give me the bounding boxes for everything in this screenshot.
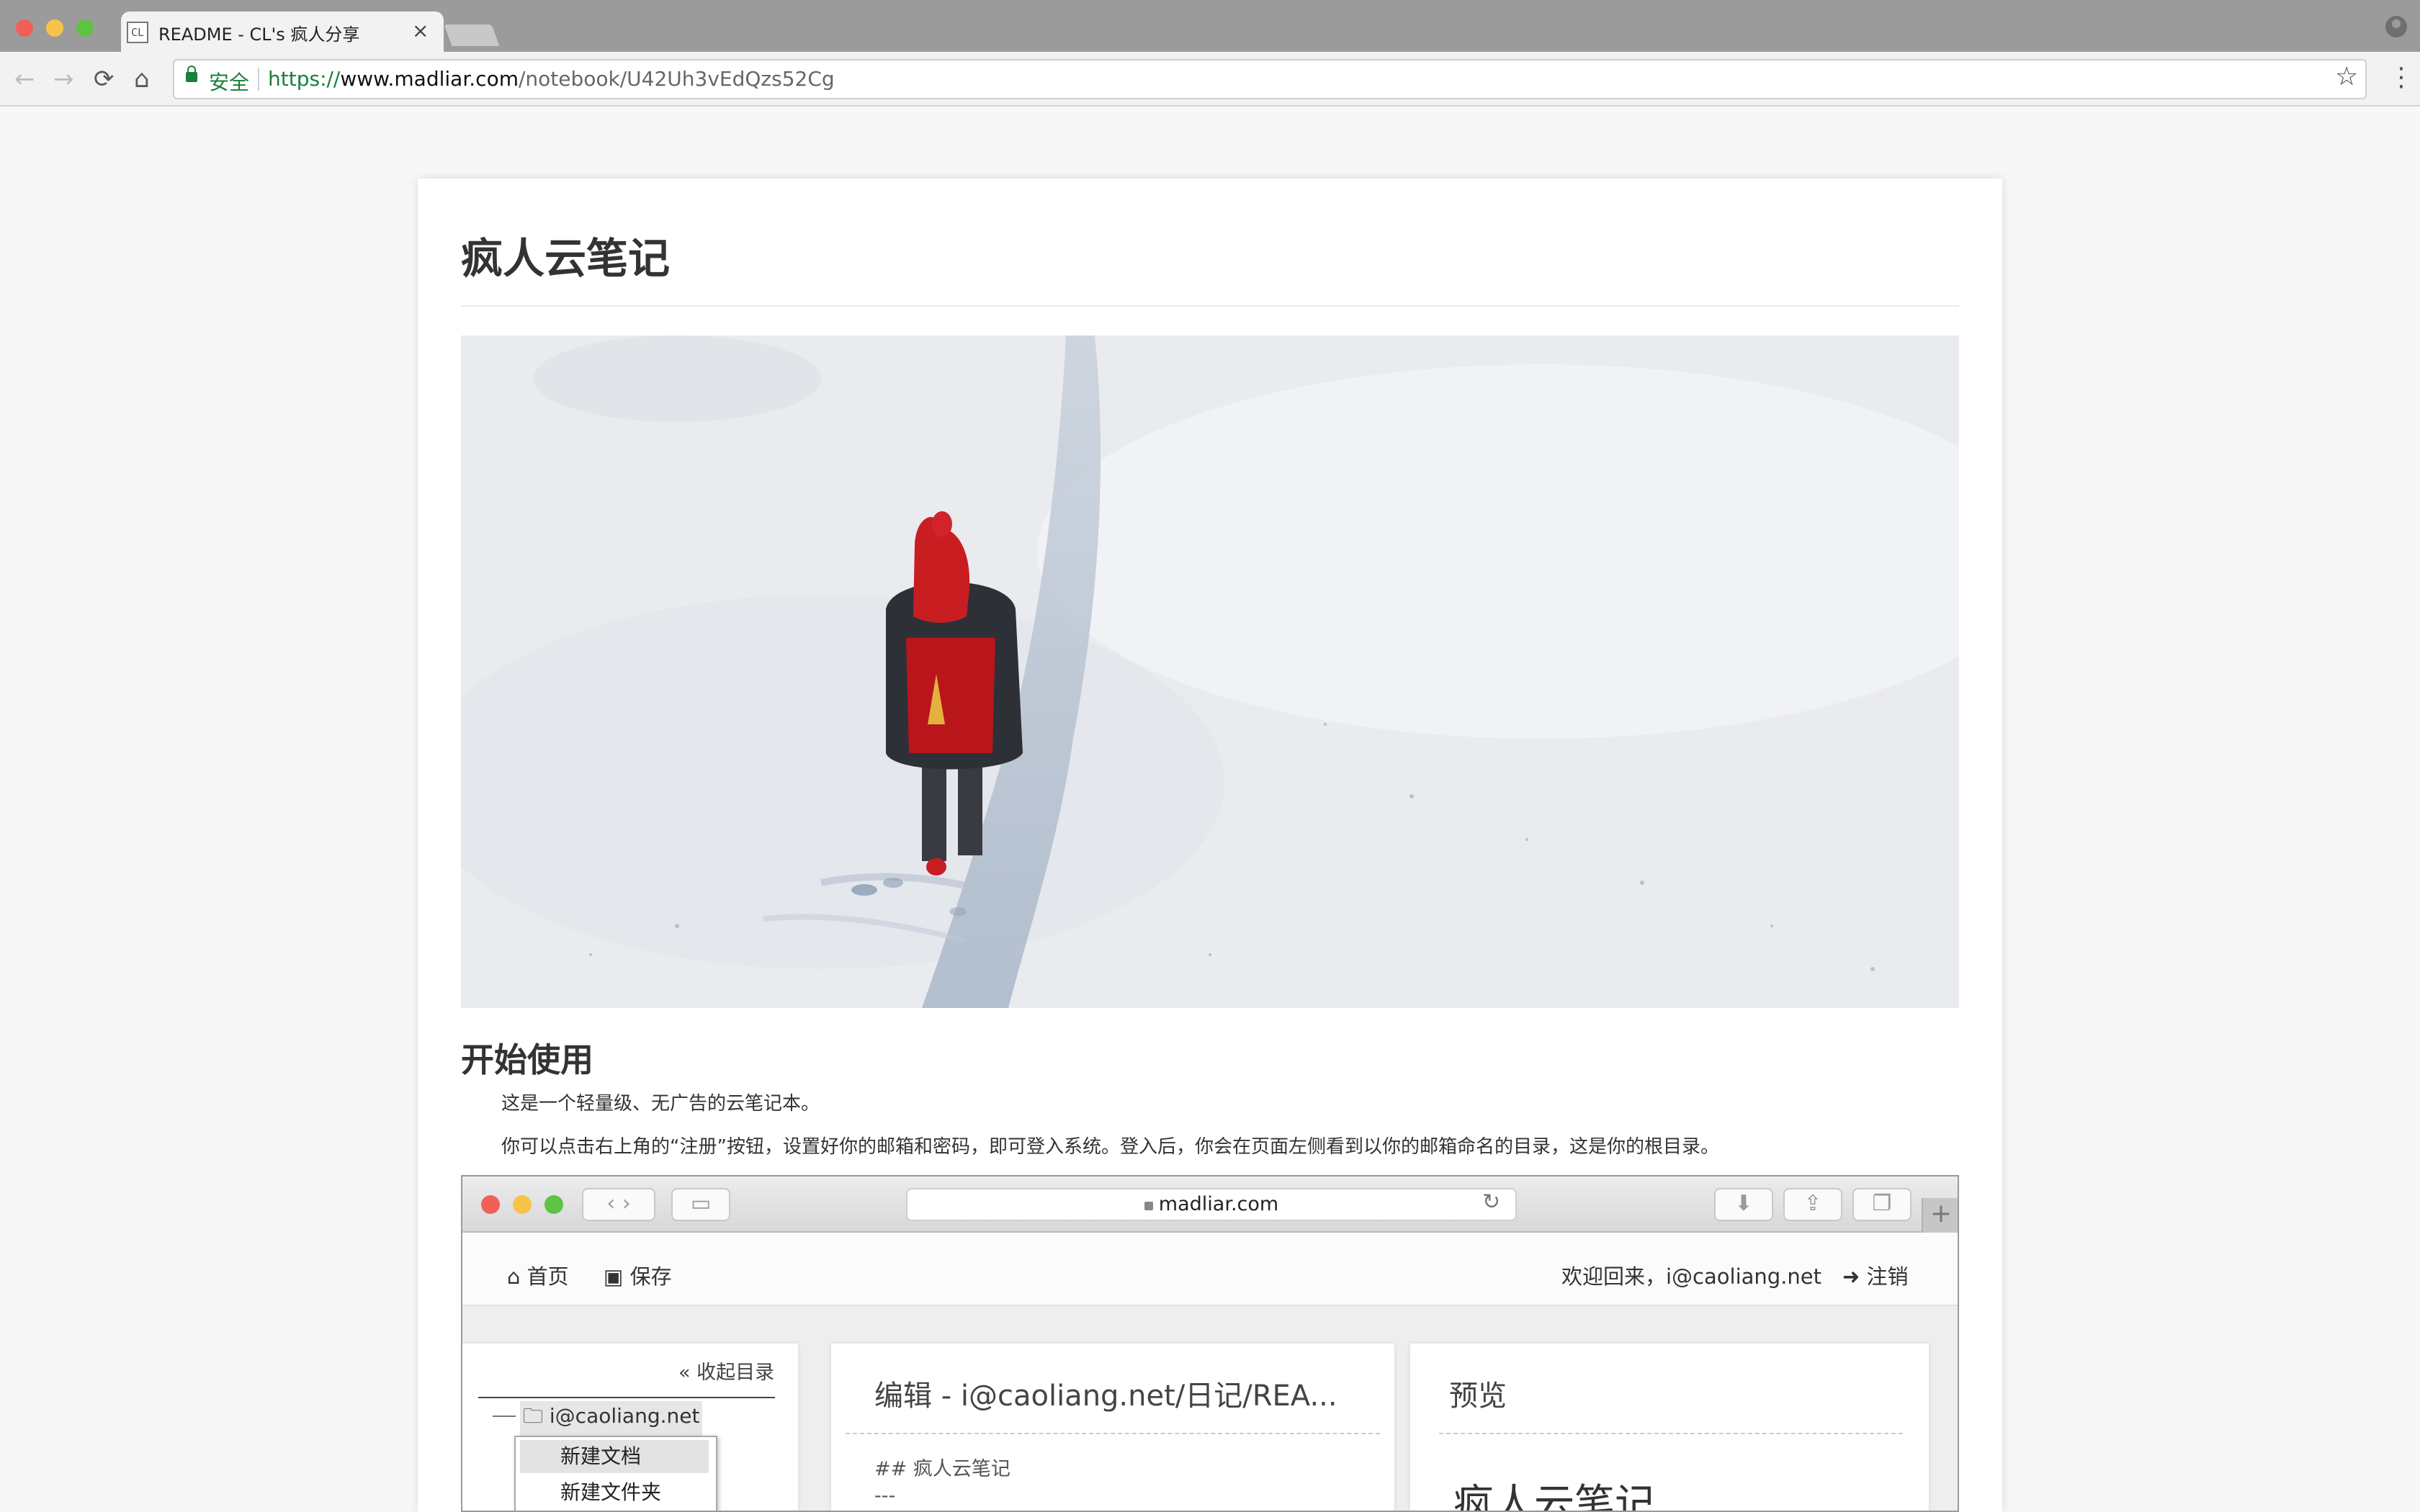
section-title-getting-started: 开始使用 [461, 1040, 593, 1079]
shot-download-icon: ⬇ [1714, 1188, 1773, 1221]
back-icon[interactable]: ← [14, 62, 35, 96]
shot-collapse-directory: « 收起目录 [678, 1362, 775, 1384]
shot-address-bar: madliar.com [906, 1188, 1517, 1221]
tab-title[interactable]: README - CL's 疯人分享 [158, 20, 359, 45]
shot-tabs-icon: ❐ [1852, 1188, 1912, 1221]
shot-tree-rule [478, 1397, 775, 1398]
shot-logout-label: 注销 [1866, 1264, 1909, 1289]
shot-nav-save-label: 保存 [629, 1264, 672, 1289]
url-path: /notebook/U42Uh3vEdQzs52Cg [518, 67, 835, 91]
url-text[interactable]: https://www.madliar.com/notebook/U42Uh3v… [268, 67, 835, 91]
url-host: www.madliar.com [340, 67, 519, 91]
shot-lock-icon [1144, 1202, 1153, 1210]
page-title: 疯人云笔记 [461, 234, 671, 283]
shot-editor-divider [846, 1433, 1380, 1434]
close-window-button[interactable] [16, 19, 33, 37]
forward-icon[interactable]: → [53, 62, 74, 96]
home-icon[interactable]: ⌂ [134, 62, 150, 96]
shot-editor-title: 编辑 - i@caoliang.net/日记/REA... [874, 1380, 1337, 1413]
shot-editor-line-2: --- [874, 1485, 896, 1507]
shot-sidebar-icon: ▭ [671, 1188, 730, 1221]
shot-new-tab-icon: + [1922, 1198, 1958, 1233]
shot-preview-title: 预览 [1449, 1380, 1507, 1413]
shot-menu-new-folder: 新建文件夹 [560, 1480, 662, 1504]
zoom-window-button[interactable] [76, 19, 94, 37]
snow-walker-illustration [461, 336, 1959, 1008]
shot-root-folder: 🗀 i@caoliang.net [520, 1401, 703, 1436]
shot-nav-home: ⌂ 首页 [507, 1264, 569, 1289]
shot-preview-divider [1439, 1433, 1903, 1434]
url-separator [258, 68, 259, 91]
shot-zoom-button [544, 1195, 563, 1214]
tab-close-icon[interactable]: × [412, 19, 429, 42]
tab-favicon-icon: CL [127, 22, 148, 43]
shot-url-text: madliar.com [1158, 1193, 1279, 1215]
browser-menu-icon[interactable]: ⋮ [2388, 62, 2414, 94]
secure-label[interactable]: 安全 [209, 67, 249, 96]
shot-editor-panel [831, 1344, 1394, 1511]
shot-share-icon: ⇪ [1783, 1188, 1842, 1221]
shot-context-menu: 新建文档 新建文件夹 [514, 1436, 717, 1511]
new-tab-button[interactable] [444, 24, 500, 46]
register-paragraph: 你可以点击右上角的“注册”按钮，设置好你的邮箱和密码，即可登入系统。登入后，你会… [501, 1136, 1719, 1158]
shot-back-forward-icon: ‹ › [582, 1188, 655, 1221]
shot-logout: ➜ 注销 [1842, 1264, 1909, 1289]
shot-tree-branch [493, 1416, 516, 1417]
intro-paragraph: 这是一个轻量级、无广告的云笔记本。 [501, 1093, 820, 1115]
shot-close-button [481, 1195, 500, 1214]
safari-toolbar: ‹ › ▭ madliar.com ↻ ⬇ ⇪ ❐ + [462, 1176, 1958, 1233]
title-divider [461, 305, 1959, 307]
shot-menu-new-doc: 新建文档 [520, 1440, 709, 1473]
shot-reload-icon: ↻ [1482, 1189, 1501, 1215]
minimize-window-button[interactable] [46, 19, 63, 37]
profile-icon[interactable] [2385, 16, 2407, 37]
shot-preview-heading: 疯人云笔记 [1453, 1481, 1655, 1512]
app-screenshot: ‹ › ▭ madliar.com ↻ ⬇ ⇪ ❐ + ⌂ 首页 ▣ 保存 欢迎… [461, 1175, 1959, 1512]
shot-minimize-button [513, 1195, 532, 1214]
shot-root-folder-label: i@caoliang.net [549, 1404, 700, 1428]
shot-editor-line-1: ## 疯人云笔记 [874, 1458, 1010, 1480]
hero-image [461, 336, 1959, 1008]
bookmark-star-icon[interactable]: ☆ [2335, 62, 2358, 91]
lock-icon[interactable] [186, 66, 197, 82]
shot-nav-save: ▣ 保存 [604, 1264, 672, 1289]
shot-nav-home-label: 首页 [526, 1264, 569, 1289]
reload-icon[interactable]: ⟳ [94, 62, 115, 96]
url-scheme: https:// [268, 67, 341, 91]
shot-welcome-text: 欢迎回来，i@caoliang.net [1561, 1264, 1821, 1289]
